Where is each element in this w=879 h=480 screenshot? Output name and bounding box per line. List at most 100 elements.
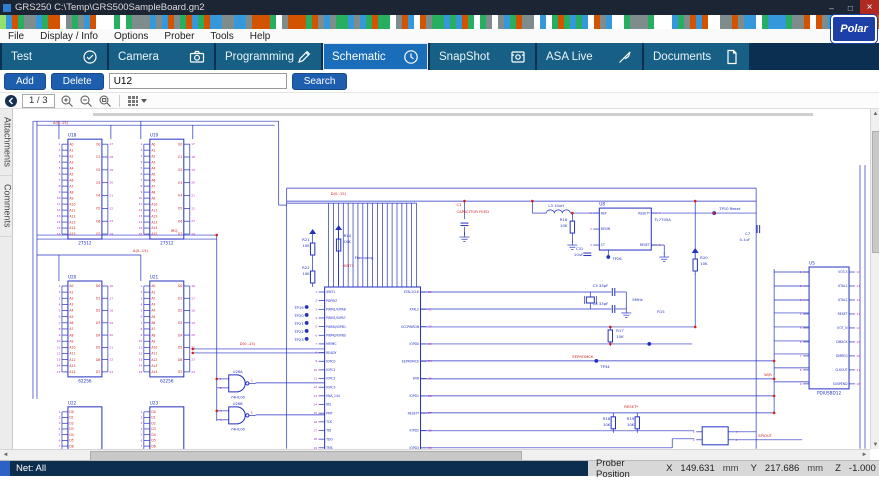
schematic-text: 10K	[302, 271, 310, 276]
schematic-text: 13	[857, 312, 861, 316]
menu-tools[interactable]: Tools	[202, 29, 241, 43]
menu-help[interactable]: Help	[242, 29, 279, 43]
junction-dot	[191, 348, 194, 351]
tab-programming[interactable]: Programming	[216, 43, 321, 70]
schematic-text: 3	[59, 154, 61, 158]
snapshot-icon	[510, 49, 526, 65]
search-input[interactable]	[109, 73, 287, 89]
schematic-text: 22	[191, 358, 195, 362]
schematic-text: A4	[151, 166, 155, 170]
schematic-text: O7	[178, 232, 182, 236]
schematic-text: D2	[178, 309, 182, 313]
tab-camera[interactable]: Camera	[109, 43, 214, 70]
schematic-text: 4	[141, 160, 143, 164]
zoom-window-icon[interactable]	[98, 94, 112, 108]
scroll-left-arrow[interactable]: ◄	[0, 450, 11, 460]
schematic-text: 4	[800, 312, 802, 316]
schematic-text: 19	[191, 168, 195, 172]
schematic-text: 19	[109, 168, 113, 172]
schematic-text: D5	[178, 346, 182, 350]
close-button[interactable]	[860, 0, 879, 15]
schematic-text: A6	[151, 178, 155, 182]
resistor-symbol	[611, 417, 615, 429]
zoom-in-icon[interactable]	[60, 94, 74, 108]
schematic-text: A15	[69, 232, 75, 236]
scroll-down-arrow[interactable]: ▼	[871, 440, 879, 449]
schematic-text: D0	[178, 284, 182, 288]
zoom-out-icon[interactable]	[79, 94, 93, 108]
page-indicator[interactable]: 1 / 3	[22, 94, 55, 108]
tab-label: Camera	[118, 51, 159, 63]
search-button[interactable]: Search	[292, 73, 348, 90]
tab-snapshot[interactable]: SnapShot	[430, 43, 535, 70]
maximize-button[interactable]	[841, 0, 860, 15]
tab-test[interactable]: Test	[2, 43, 107, 70]
axis-label: Y	[751, 463, 757, 474]
schematic-text: R19	[627, 416, 635, 421]
tab-schematic[interactable]: Schematic	[323, 43, 428, 70]
side-tab-comments[interactable]: Comments	[0, 176, 13, 237]
menu-prober[interactable]: Prober	[156, 29, 202, 43]
schematic-text: 18	[109, 155, 113, 159]
delete-button[interactable]: Delete	[51, 73, 104, 90]
junction-dot	[191, 352, 194, 355]
inductor-symbol	[546, 210, 570, 213]
schematic-text: A2	[69, 154, 73, 158]
schematic-text: A9	[69, 196, 73, 200]
schematic-text: A2	[69, 296, 73, 300]
schematic-text: R14	[344, 233, 352, 238]
scroll-right-arrow[interactable]: ►	[859, 450, 870, 460]
minimize-button[interactable]	[822, 0, 841, 15]
menu-display-info[interactable]: Display / Info	[32, 29, 106, 43]
vertical-scrollbar[interactable]: ▲ ▼	[870, 109, 879, 449]
schematic-text: 3	[141, 154, 143, 158]
schematic-text: A14	[151, 370, 157, 374]
horizontal-scrollbar[interactable]: ◄ ►	[0, 449, 870, 460]
axis-value: 217.686	[765, 463, 799, 474]
schematic-canvas[interactable]: U1827512A01A12A23A34A45A56A67A78A89A910A…	[13, 109, 870, 449]
axis-value: 149.631	[680, 463, 714, 474]
schematic-text: 14	[57, 364, 61, 368]
schematic-text: O0	[96, 142, 100, 146]
schematic-text: O3	[178, 181, 182, 185]
schematic-text: PDPINT	[326, 299, 337, 303]
schematic-text: A5	[69, 172, 73, 176]
schematic-text: IOPD1	[410, 394, 420, 398]
junction-dot	[609, 326, 612, 329]
schematic-text: XINT1	[343, 263, 355, 268]
schematic-text: 16	[857, 354, 861, 358]
schematic-text: 28	[428, 428, 432, 432]
schematic-text: 18	[109, 309, 113, 313]
schematic-text: 10K	[344, 239, 352, 244]
side-tab-attachments[interactable]: Attachments	[0, 109, 13, 176]
junction-dot	[215, 234, 218, 237]
vertical-scroll-thumb[interactable]	[872, 131, 879, 253]
display-grid-dropdown[interactable]	[127, 94, 147, 108]
tab-documents[interactable]: Documents	[644, 43, 749, 70]
menu-file[interactable]: File	[0, 29, 32, 43]
top-scrollbar[interactable]	[93, 113, 813, 116]
schematic-text: VCCPWRDN	[401, 325, 419, 329]
schematic-text: 10	[313, 368, 317, 372]
schematic-text: A8	[151, 190, 155, 194]
schematic-text: A10	[69, 346, 75, 350]
menu-options[interactable]: Options	[106, 29, 156, 43]
schematic-text: D6	[151, 444, 155, 448]
schematic-text: RESET*	[638, 211, 650, 215]
axis-unit: mm	[723, 463, 739, 474]
schematic-text: 5	[141, 166, 143, 170]
side-tab-strip: AttachmentsComments	[0, 109, 13, 460]
add-button[interactable]: Add	[4, 73, 46, 90]
schematic-text: 5	[59, 309, 61, 313]
schematic-text: A13	[151, 220, 157, 224]
prober-axes: X149.631mmY217.686mmZ-1.000mm	[658, 463, 879, 474]
schematic-text: 8	[141, 327, 143, 331]
schematic-text: XINT1	[326, 290, 335, 294]
schematic-text: 25	[428, 377, 432, 381]
tab-asa-live[interactable]: ASA Live	[537, 43, 642, 70]
back-button[interactable]	[5, 95, 17, 107]
schematic-text: TP10 Reset	[718, 206, 741, 211]
schematic-text: IOPC1	[326, 368, 335, 372]
scroll-up-arrow[interactable]: ▲	[871, 109, 879, 118]
schematic-text: 5	[659, 243, 661, 247]
